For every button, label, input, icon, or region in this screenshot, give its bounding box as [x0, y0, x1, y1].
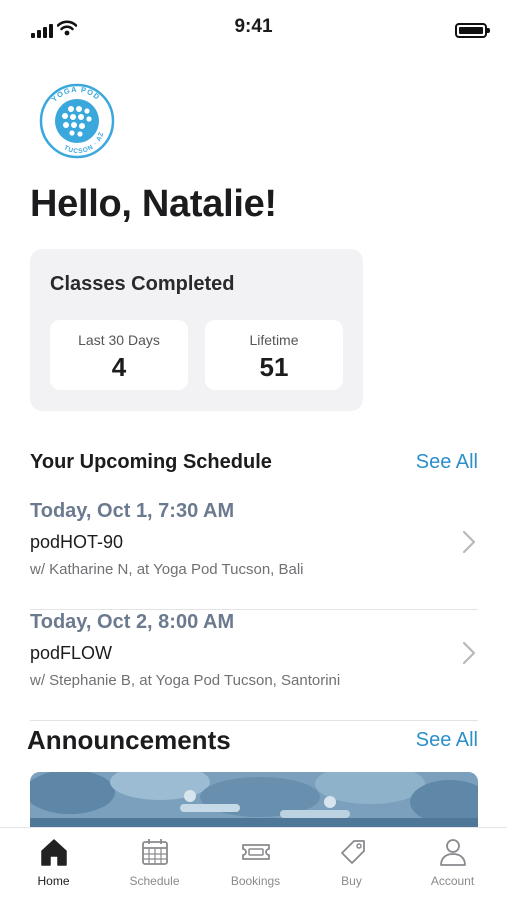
yoga-class-photo — [30, 772, 478, 832]
stat-value: 51 — [259, 352, 289, 382]
classes-completed-title: Classes Completed — [50, 273, 235, 295]
tab-bookings[interactable]: Bookings — [205, 828, 306, 900]
tab-label: Buy — [341, 874, 362, 888]
home-icon — [41, 839, 67, 866]
announcements-see-all-link[interactable]: See All — [416, 729, 478, 752]
schedule-date: Today, Oct 1, 7:30 AM — [30, 500, 235, 522]
schedule-class-name: podHOT-90 — [30, 532, 124, 552]
stat-value: 4 — [111, 352, 127, 382]
tab-label: Bookings — [230, 874, 281, 888]
schedule-class-name: podFLOW — [30, 643, 113, 663]
stat-last-30-days: Last 30 Days 4 — [50, 320, 188, 390]
tag-icon — [341, 840, 365, 864]
ticket-icon — [242, 844, 270, 860]
tab-label: Account — [430, 874, 475, 888]
stat-label: Last 30 Days — [78, 332, 160, 348]
tab-bar: Home Schedule Bookings Buy Account — [0, 827, 507, 900]
stat-label: Lifetime — [249, 332, 299, 348]
upcoming-schedule-title: Your Upcoming Schedule — [30, 451, 272, 473]
schedule-date: Today, Oct 2, 8:00 AM — [30, 611, 235, 633]
yoga-pod-logo: YOGA POD TUCSON · AZ — [39, 83, 115, 159]
tab-schedule[interactable]: Schedule — [104, 828, 205, 900]
user-icon — [440, 839, 466, 866]
announcement-image[interactable] — [30, 772, 478, 832]
battery-icon — [455, 23, 490, 38]
tab-buy[interactable]: Buy — [301, 828, 402, 900]
status-bar: 9:41 — [0, 0, 507, 54]
schedule-detail: w/ Katharine N, at Yoga Pod Tucson, Bali — [30, 561, 304, 578]
stat-lifetime: Lifetime 51 — [205, 320, 343, 390]
status-time: 9:41 — [234, 16, 273, 37]
tab-home[interactable]: Home — [3, 828, 104, 900]
schedule-see-all-link[interactable]: See All — [416, 451, 478, 474]
chevron-right-icon — [462, 641, 476, 665]
announcements-title: Announcements — [27, 725, 231, 755]
tab-account[interactable]: Account — [402, 828, 503, 900]
schedule-item[interactable]: Today, Oct 2, 8:00 AM podFLOW w/ Stephan… — [30, 611, 478, 721]
tab-label: Schedule — [129, 874, 180, 888]
classes-completed-card: Classes Completed Last 30 Days 4 Lifetim… — [30, 249, 363, 411]
schedule-item[interactable]: Today, Oct 1, 7:30 AM podHOT-90 w/ Katha… — [30, 500, 478, 610]
tab-label: Home — [37, 874, 70, 888]
chevron-right-icon — [462, 530, 476, 554]
calendar-icon — [142, 839, 168, 865]
schedule-detail: w/ Stephanie B, at Yoga Pod Tucson, Sant… — [30, 672, 341, 689]
greeting-heading: Hello, Natalie! — [30, 183, 277, 225]
